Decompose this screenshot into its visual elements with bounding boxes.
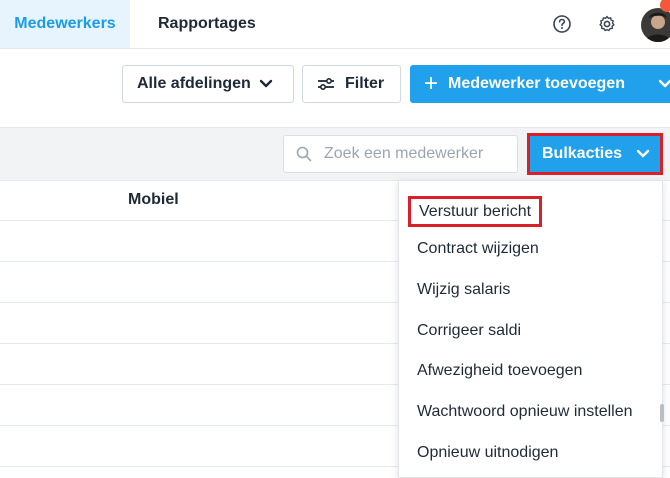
chevron-down-icon: [636, 149, 650, 158]
search-field[interactable]: [283, 135, 518, 173]
bulk-actions-menu: Verstuur bericht Contract wijzigen Wijzi…: [398, 180, 663, 478]
department-dropdown[interactable]: Alle afdelingen: [122, 65, 294, 103]
filter-button[interactable]: Filter: [302, 65, 401, 103]
menu-item-verstuur-bericht[interactable]: Verstuur bericht: [408, 196, 543, 227]
filter-label: Filter: [345, 75, 385, 92]
plus-icon: +: [424, 70, 439, 97]
search-input[interactable]: [322, 144, 506, 164]
chevron-down-icon: [259, 79, 272, 88]
top-nav: Medewerkers Rapportages: [0, 0, 670, 49]
menu-item-wijzig-salaris[interactable]: Wijzig salaris: [417, 281, 510, 299]
add-employee-label: Medewerker toevoegen: [448, 75, 625, 92]
menu-item-afwezigheid-toevoegen[interactable]: Afwezigheid toevoegen: [417, 362, 582, 380]
menu-item-contract-wijzigen[interactable]: Contract wijzigen: [417, 240, 539, 258]
filter-sliders-icon: [318, 77, 334, 91]
bulk-actions-label: Bulkacties: [542, 145, 623, 162]
column-header-mobiel[interactable]: Mobiel: [128, 191, 179, 209]
department-label: Alle afdelingen: [137, 75, 251, 92]
add-employee-button[interactable]: + Medewerker toevoegen: [410, 65, 670, 103]
avatar[interactable]: [641, 8, 670, 42]
tab-medewerkers[interactable]: Medewerkers: [0, 0, 130, 48]
notification-badge: [660, 0, 670, 12]
search-icon: [296, 146, 312, 162]
help-icon[interactable]: [552, 14, 572, 34]
gear-icon[interactable]: [597, 14, 617, 34]
chevron-down-icon[interactable]: [658, 79, 670, 89]
bulk-actions-button[interactable]: Bulkacties: [527, 133, 663, 175]
menu-item-wachtwoord-opnieuw-instellen[interactable]: Wachtwoord opnieuw instellen: [417, 403, 633, 421]
tab-rapportages[interactable]: Rapportages: [146, 0, 268, 48]
menu-item-opnieuw-uitnodigen[interactable]: Opnieuw uitnodigen: [417, 444, 558, 462]
menu-scrollbar[interactable]: [660, 404, 664, 422]
menu-item-corrigeer-saldi[interactable]: Corrigeer saldi: [417, 322, 521, 340]
